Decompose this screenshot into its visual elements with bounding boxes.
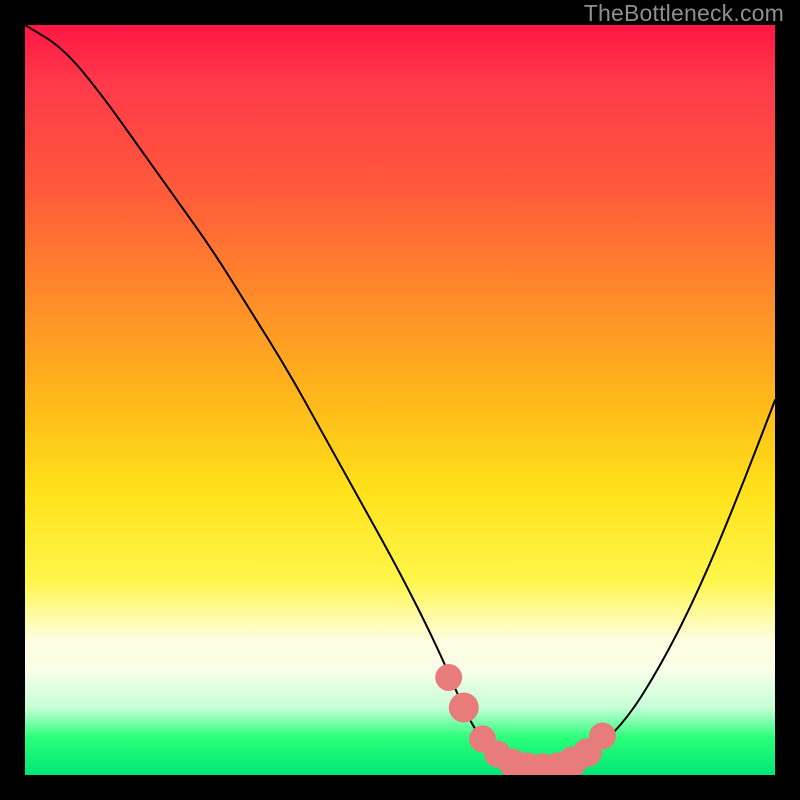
highlight-dots	[25, 25, 775, 775]
highlight-dot	[589, 723, 616, 750]
highlight-dot	[449, 693, 479, 723]
plot-area	[25, 25, 775, 775]
highlight-dot	[435, 664, 462, 691]
chart-frame: TheBottleneck.com	[0, 0, 800, 800]
watermark-text: TheBottleneck.com	[584, 0, 784, 27]
